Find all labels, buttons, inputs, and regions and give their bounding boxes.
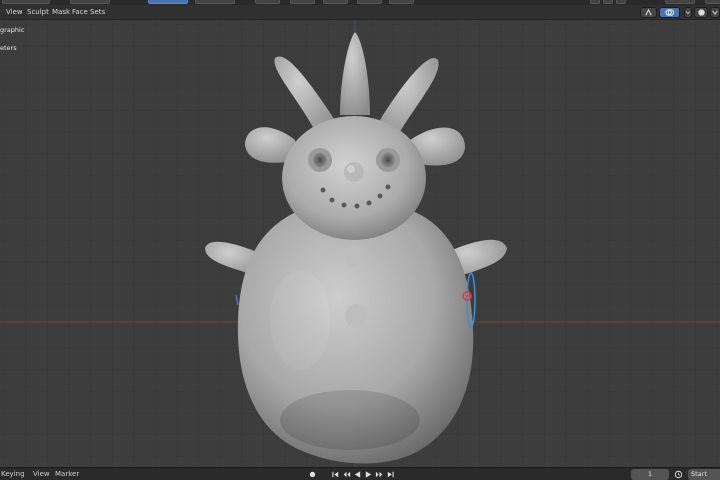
jump-start-icon: [332, 471, 339, 478]
viewport-canvas[interactable]: [0, 20, 720, 467]
chevron-down-icon: [712, 10, 718, 15]
overlays-toggle[interactable]: [659, 7, 680, 18]
eye-left-socket: [313, 152, 327, 168]
start-frame-field[interactable]: Start: [688, 469, 720, 480]
body-button-top: [345, 245, 361, 267]
remesh-menu[interactable]: [705, 0, 720, 4]
dyntopo-toggle[interactable]: [665, 0, 695, 4]
clock-icon[interactable]: [674, 470, 683, 479]
overlays-icon: [665, 9, 674, 16]
texture-menu[interactable]: [290, 0, 315, 4]
prev-keyframe-icon: [343, 471, 351, 478]
symmetry-toggle[interactable]: [590, 0, 600, 4]
play-icon: [365, 471, 372, 478]
record-button[interactable]: [308, 470, 317, 479]
stroke-menu[interactable]: [323, 0, 348, 4]
solid-shading-icon: [697, 9, 705, 16]
shading-solid-button[interactable]: [694, 7, 708, 18]
strength-value[interactable]: [195, 0, 235, 4]
menu-keying[interactable]: Keying: [1, 470, 25, 478]
play-button[interactable]: [364, 470, 373, 479]
menu-sculpt[interactable]: Sculpt: [27, 8, 49, 16]
next-keyframe-button[interactable]: [375, 470, 384, 479]
start-label: Start: [691, 470, 707, 478]
cursor-menu[interactable]: [389, 0, 414, 4]
brush-selector[interactable]: [2, 0, 50, 4]
prev-keyframe-button[interactable]: [342, 470, 351, 479]
menu-marker[interactable]: Marker: [55, 470, 79, 478]
menu-face-sets[interactable]: Face Sets: [72, 8, 105, 16]
falloff-menu[interactable]: [357, 0, 382, 4]
eye-right-socket: [381, 152, 395, 168]
radius-field[interactable]: [70, 0, 110, 4]
nose: [344, 162, 364, 182]
3d-viewport[interactable]: graphic eters: [0, 20, 720, 467]
symmetry-y-toggle[interactable]: [616, 0, 626, 4]
play-reverse-icon: [354, 471, 361, 478]
menu-mask[interactable]: Mask: [52, 8, 70, 16]
current-frame-field[interactable]: 1: [631, 469, 669, 480]
jump-start-button[interactable]: [331, 470, 340, 479]
chevron-down-icon: [685, 11, 691, 15]
timeline-header: Keying View Marker 1 Start: [0, 467, 720, 480]
brush-menu[interactable]: [255, 0, 280, 4]
body-button-bottom: [345, 304, 367, 328]
overlays-dropdown[interactable]: [684, 7, 692, 18]
record-icon: [309, 471, 316, 478]
gizmo-icon: [645, 8, 652, 16]
jump-end-button[interactable]: [386, 470, 395, 479]
shading-dropdown[interactable]: [710, 7, 720, 18]
next-keyframe-icon: [375, 471, 383, 478]
menu-view[interactable]: View: [6, 8, 23, 16]
units-label: eters: [0, 44, 17, 52]
jump-end-icon: [387, 471, 394, 478]
menu-timeline-view[interactable]: View: [33, 470, 50, 478]
play-reverse-button[interactable]: [353, 470, 362, 479]
strength-field[interactable]: [148, 0, 188, 4]
viewport-header: View Sculpt Mask Face Sets: [0, 5, 720, 20]
viewport-gizmo-toggle[interactable]: [640, 7, 657, 18]
view-name-label: graphic: [0, 26, 25, 34]
symmetry-x-toggle[interactable]: [603, 0, 613, 4]
